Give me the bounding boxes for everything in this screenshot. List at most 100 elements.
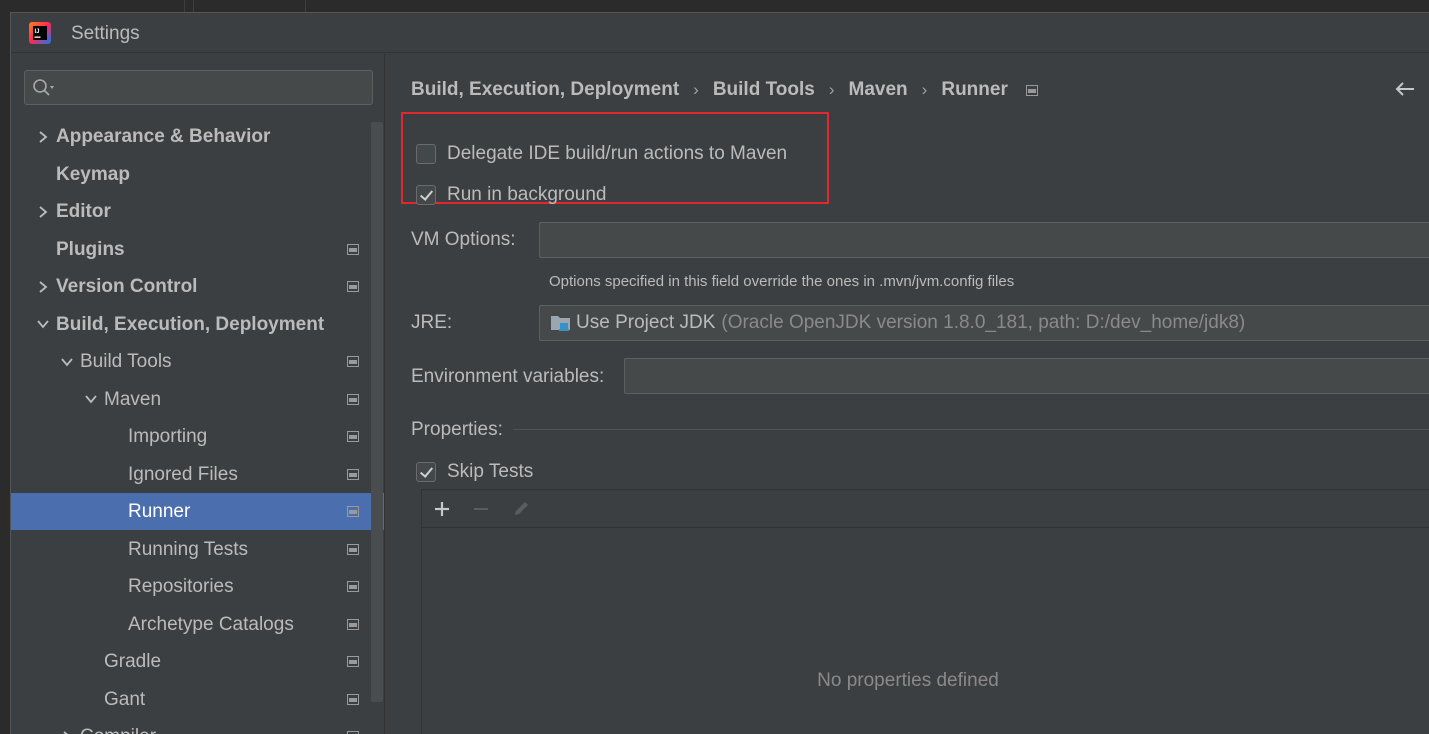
no-properties-message: No properties defined — [817, 670, 999, 691]
sidebar-item-label: Importing — [128, 426, 208, 447]
sidebar-item-compiler[interactable]: Compiler — [11, 718, 384, 734]
vm-options-hint: Options specified in this field override… — [549, 273, 1015, 290]
project-level-icon — [1025, 84, 1038, 96]
breadcrumb-item[interactable]: Build, Execution, Deployment — [411, 79, 679, 101]
chevron-right-icon[interactable] — [59, 718, 75, 734]
sidebar-item-archetype-catalogs[interactable]: Archetype Catalogs — [11, 606, 384, 643]
chevron-right-icon[interactable] — [35, 118, 51, 155]
search-icon — [33, 79, 54, 96]
chevron-down-icon[interactable] — [59, 343, 75, 380]
minus-icon — [474, 508, 488, 510]
breadcrumb-item[interactable]: Runner — [941, 79, 1008, 101]
breadcrumb-item[interactable]: Maven — [849, 79, 908, 101]
sidebar-item-label: Keymap — [56, 163, 130, 185]
breadcrumb-separator-icon: › — [921, 80, 928, 99]
back-arrow-icon[interactable] — [1394, 78, 1416, 100]
vm-options-field[interactable] — [539, 222, 1429, 258]
sidebar-item-gant[interactable]: Gant — [11, 681, 384, 718]
project-level-icon — [347, 618, 359, 630]
sidebar-item-ignored-files[interactable]: Ignored Files — [11, 456, 384, 493]
sidebar-item-version-control[interactable]: Version Control — [11, 268, 384, 305]
sidebar-item-label: Compiler — [80, 718, 156, 734]
remove-property-button[interactable] — [470, 498, 492, 520]
vm-options-label: VM Options: — [411, 229, 516, 250]
jre-dropdown[interactable]: Use Project JDK (Oracle OpenJDK version … — [539, 305, 1429, 341]
settings-sidebar: Appearance & Behavior Keymap Editor Plugins… — [11, 54, 384, 734]
sidebar-item-build-execution-deployment[interactable]: Build, Execution, Deployment — [11, 306, 384, 343]
skip-tests-row[interactable]: Skip Tests — [416, 461, 533, 483]
settings-window: IJ Settings Appearance & Behavior Keymap E… — [10, 12, 1429, 734]
sidebar-item-runner[interactable]: Runner — [11, 493, 384, 530]
background-strip — [0, 0, 1429, 12]
project-level-icon — [347, 656, 359, 667]
breadcrumb-item[interactable]: Build Tools — [713, 79, 815, 101]
sidebar-item-label: Gradle — [104, 651, 162, 672]
sidebar-item-label: Editor — [56, 201, 111, 222]
chevron-down-icon[interactable] — [83, 381, 99, 418]
delegate-checkbox-row[interactable]: Delegate IDE build/run actions to Maven — [416, 143, 787, 165]
edit-property-button[interactable] — [510, 498, 532, 520]
run-in-background-checkbox[interactable] — [416, 185, 436, 205]
chevron-right-icon[interactable] — [35, 193, 51, 230]
folder-cup-icon — [551, 316, 570, 331]
sidebar-item-plugins[interactable]: Plugins — [11, 231, 384, 268]
chevron-down-icon[interactable] — [35, 306, 51, 343]
jre-detail: (Oracle OpenJDK version 1.8.0_181, path:… — [721, 312, 1246, 333]
project-level-icon — [347, 506, 359, 517]
project-level-icon — [347, 393, 359, 405]
sidebar-item-importing[interactable]: Importing — [11, 418, 384, 455]
properties-separator — [513, 429, 1429, 430]
jre-value: Use Project JDK — [576, 312, 716, 333]
pencil-icon — [515, 502, 528, 515]
plus-icon — [435, 502, 449, 516]
project-level-icon — [347, 543, 359, 555]
delegate-checkbox[interactable] — [416, 144, 436, 164]
sidebar-item-label: Maven — [104, 388, 162, 410]
run-in-background-row[interactable]: Run in background — [416, 184, 607, 206]
sidebar-item-running-tests[interactable]: Running Tests — [11, 531, 384, 568]
sidebar-item-label: Appearance & Behavior — [56, 126, 271, 147]
jre-label: JRE: — [411, 312, 453, 333]
sidebar-item-editor[interactable]: Editor — [11, 193, 384, 230]
intellij-idea-icon: IJ — [29, 22, 51, 44]
breadcrumb: Build, Execution, Deployment › Build Tools… — [411, 77, 1038, 103]
sidebar-item-label: Build, Execution, Deployment — [56, 313, 325, 335]
title-bar: IJ Settings — [11, 13, 1429, 53]
sidebar-item-label: Gant — [104, 688, 146, 710]
skip-tests-checkbox[interactable] — [416, 462, 436, 482]
project-level-icon — [347, 431, 359, 442]
project-level-icon — [347, 243, 359, 255]
project-level-icon — [347, 356, 359, 367]
sidebar-item-label: Version Control — [56, 276, 198, 297]
run-in-background-label: Run in background — [447, 184, 607, 205]
breadcrumb-separator-icon: › — [828, 80, 835, 99]
window-title: Settings — [71, 23, 140, 44]
sidebar-item-maven[interactable]: Maven — [11, 381, 384, 418]
background-divider — [193, 0, 194, 12]
sidebar-item-build-tools[interactable]: Build Tools — [11, 343, 384, 380]
project-level-icon — [347, 693, 359, 705]
chevron-right-icon[interactable] — [35, 268, 51, 305]
svg-text:IJ: IJ — [35, 29, 40, 35]
project-level-icon — [347, 468, 359, 480]
delegate-label: Delegate IDE build/run actions to Maven — [447, 143, 788, 164]
sidebar-item-label: Repositories — [128, 576, 234, 597]
sidebar-item-keymap[interactable]: Keymap — [11, 156, 384, 193]
sidebar-item-gradle[interactable]: Gradle — [11, 643, 384, 680]
background-divider — [184, 0, 185, 12]
sidebar-item-label: Running Tests — [128, 538, 249, 560]
sidebar-item-label: Plugins — [56, 238, 125, 260]
add-property-button[interactable] — [431, 498, 453, 520]
search-input[interactable] — [24, 70, 373, 105]
sidebar-item-repositories[interactable]: Repositories — [11, 568, 384, 605]
sidebar-item-label: Build Tools — [80, 351, 172, 372]
skip-tests-label: Skip Tests — [447, 461, 534, 482]
sidebar-item-appearance-behavior[interactable]: Appearance & Behavior — [11, 118, 384, 155]
env-variables-label: Environment variables: — [411, 366, 605, 387]
env-variables-field[interactable] — [624, 358, 1429, 394]
project-level-icon — [347, 581, 359, 592]
project-level-icon — [347, 281, 359, 292]
breadcrumb-separator-icon: › — [693, 80, 699, 99]
runner-settings-panel: Build, Execution, Deployment › Build Tools… — [384, 54, 1429, 734]
sidebar-scrollbar[interactable] — [371, 122, 383, 702]
